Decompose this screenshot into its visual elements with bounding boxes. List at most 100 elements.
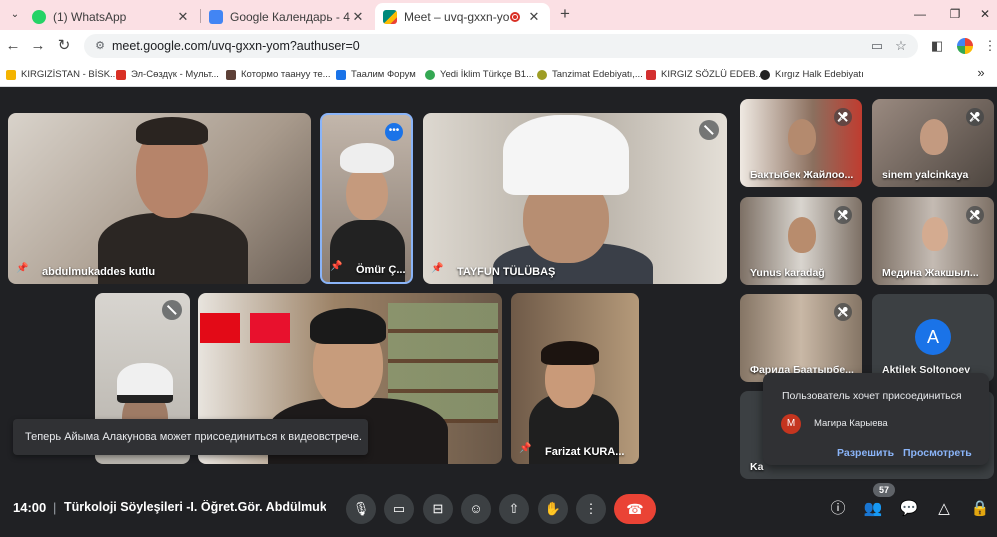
whatsapp-icon xyxy=(32,9,46,24)
forward-arrow-icon[interactable]: → xyxy=(28,36,48,56)
allow-button[interactable]: Разрешить xyxy=(837,447,894,459)
captions-icon: ⊟ xyxy=(432,501,444,516)
mic-icon: 🎙 xyxy=(352,501,370,516)
microphone-button[interactable]: 🎙 xyxy=(346,494,376,524)
bookmark-label: KIRGIZ SÖZLÜ EDEB... xyxy=(661,69,764,80)
participant-tile[interactable]: 📌 abdulmukaddes kutlu xyxy=(8,113,311,284)
pin-icon[interactable]: 📌 xyxy=(330,261,342,275)
pin-icon[interactable]: 📌 xyxy=(519,443,531,457)
raise-hand-button[interactable]: ✋ xyxy=(538,494,568,524)
bookmark-icon xyxy=(537,69,547,80)
present-screen-icon: ⇧ xyxy=(508,501,520,516)
bookmark-item[interactable]: Kırgız Halk Edebiyatı xyxy=(760,66,864,83)
captions-button[interactable]: ⊟ xyxy=(423,494,453,524)
chat-button[interactable]: 💬 xyxy=(897,497,921,521)
leave-call-button[interactable]: ☎ xyxy=(614,494,656,524)
participant-tile-active-speaker[interactable]: ••• 📌 Ömür Ç... xyxy=(320,113,413,284)
side-participant-tile[interactable]: Yunus karadağ xyxy=(740,197,862,285)
site-info-icon[interactable]: ⚙ xyxy=(92,38,108,54)
tab-whatsapp[interactable]: (1) WhatsApp ✕ xyxy=(24,3,199,30)
participant-name: TAYFUN TÜLÜBAŞ xyxy=(457,266,556,278)
bookmark-icon xyxy=(760,69,770,80)
bookmark-item[interactable]: Таалим Форум xyxy=(336,66,416,83)
bookmark-label: Yedi İklim Türkçe B1... xyxy=(440,69,534,80)
participant-face xyxy=(920,119,948,155)
browser-toolbar: ← → ↻ ⚙ meet.google.com/uvq-gxxn-yom?aut… xyxy=(0,30,997,62)
profile-avatar[interactable] xyxy=(957,38,973,54)
meeting-details-button[interactable]: ⓘ xyxy=(826,497,850,521)
view-button[interactable]: Просмотреть xyxy=(903,447,972,459)
address-bar[interactable]: ⚙ meet.google.com/uvq-gxxn-yom?authuser=… xyxy=(84,34,918,58)
window-close-icon[interactable]: ✕ xyxy=(975,6,995,22)
url-text[interactable]: meet.google.com/uvq-gxxn-yom?authuser=0 xyxy=(112,34,360,58)
more-options-button[interactable]: ⋮ xyxy=(576,494,606,524)
reactions-button[interactable]: ☺ xyxy=(461,494,491,524)
participant-name: Ka xyxy=(750,461,764,473)
bookmark-item[interactable]: KIRGIZİSTAN - BİSK... xyxy=(6,66,118,83)
bookmark-star-icon[interactable]: ☆ xyxy=(892,37,910,55)
side-participant-tile[interactable]: A Aktilek Soltonoev xyxy=(872,294,994,382)
bookmark-item[interactable]: KIRGIZ SÖZLÜ EDEB... xyxy=(646,66,763,83)
close-icon[interactable]: ✕ xyxy=(350,9,366,25)
join-request-card: Пользователь хочет присоединиться M Маги… xyxy=(763,373,989,465)
bookmark-label: Эл-Сөздүк - Мульт... xyxy=(131,69,219,80)
bookmark-label: Котормо таануу те... xyxy=(241,69,331,80)
flag-icon xyxy=(200,313,240,343)
participant-face xyxy=(788,217,816,253)
participant-name: Ömür Ç... xyxy=(356,264,406,276)
close-icon[interactable]: ✕ xyxy=(175,9,191,25)
bookmark-label: Таалим Форум xyxy=(351,69,416,80)
restore-icon[interactable]: ❐ xyxy=(945,6,965,22)
activities-button[interactable]: △ xyxy=(932,497,956,521)
participant-face xyxy=(346,165,388,220)
participant-tile[interactable]: 📌 Farizat KURA... xyxy=(511,293,639,464)
more-bookmarks-icon[interactable]: » xyxy=(974,65,988,80)
info-icon: ⓘ xyxy=(830,500,846,517)
more-options-icon[interactable]: ••• xyxy=(385,123,403,141)
tab-meet[interactable]: Meet – uvq-gxxn-yom ✕ xyxy=(375,3,550,30)
bookmark-item[interactable]: Yedi İklim Türkçe B1... xyxy=(425,66,534,83)
recording-icon xyxy=(510,11,520,22)
camera-in-use-icon[interactable]: ▭ xyxy=(868,37,886,55)
participant-name: Farizat KURA... xyxy=(545,446,625,458)
browser-menu-icon[interactable]: ⋮ xyxy=(981,37,997,55)
minimize-icon[interactable]: — xyxy=(910,6,930,22)
participant-hair xyxy=(541,341,599,365)
muted-mic-icon xyxy=(834,108,852,126)
back-arrow-icon[interactable]: ← xyxy=(3,36,23,56)
hang-up-icon: ☎ xyxy=(626,501,644,517)
bookmark-item[interactable]: Котормо таануу те... xyxy=(226,66,331,83)
emoji-icon: ☺ xyxy=(469,501,483,516)
participant-count-badge: 57 xyxy=(873,483,895,497)
requester-name: Магира Карыева xyxy=(814,418,888,429)
bookmark-icon xyxy=(226,69,236,80)
sidebar-toggle-icon[interactable]: ◧ xyxy=(928,37,946,55)
tab-search-icon[interactable]: ⌄ xyxy=(6,7,24,23)
side-participant-tile[interactable]: Бактыбек Жайлоо... xyxy=(740,99,862,187)
side-participant-tile[interactable]: Фарида Баатырбе... xyxy=(740,294,862,382)
participant-face xyxy=(922,217,948,251)
bookmark-item[interactable]: Tanzimat Edebiyatı,... xyxy=(537,66,643,83)
tab-google-calendar[interactable]: Google Календарь - 4 дня, на... ✕ xyxy=(201,3,374,30)
muted-mic-icon xyxy=(834,206,852,224)
host-controls-button[interactable]: 🔒 xyxy=(968,497,992,521)
new-tab-button[interactable]: + xyxy=(556,5,574,23)
camera-button[interactable]: ▭ xyxy=(384,494,414,524)
side-participant-tile[interactable]: sinem yalcinkaya xyxy=(872,99,994,187)
pin-icon[interactable]: 📌 xyxy=(431,263,443,277)
people-icon: 👥 xyxy=(863,500,883,517)
reload-icon[interactable]: ↻ xyxy=(54,36,74,56)
side-participant-tile[interactable]: Медина Жакшыл... xyxy=(872,197,994,285)
join-request-title: Пользователь хочет присоединиться xyxy=(782,390,962,402)
bookmark-icon xyxy=(116,69,126,80)
bookmark-item[interactable]: Эл-Сөздүк - Мульт... xyxy=(116,66,219,83)
pin-icon[interactable]: 📌 xyxy=(16,263,28,277)
close-icon[interactable]: ✕ xyxy=(526,9,542,25)
people-button[interactable]: 👥 xyxy=(861,497,885,521)
lock-icon: 🔒 xyxy=(970,500,990,517)
hand-icon: ✋ xyxy=(544,501,562,516)
participant-tile[interactable]: 📌 TAYFUN TÜLÜBAŞ xyxy=(423,113,727,284)
bookmarks-bar: KIRGIZİSTAN - BİSK... Эл-Сөздүк - Мульт.… xyxy=(0,62,997,87)
muted-mic-icon xyxy=(966,206,984,224)
present-button[interactable]: ⇧ xyxy=(499,494,529,524)
